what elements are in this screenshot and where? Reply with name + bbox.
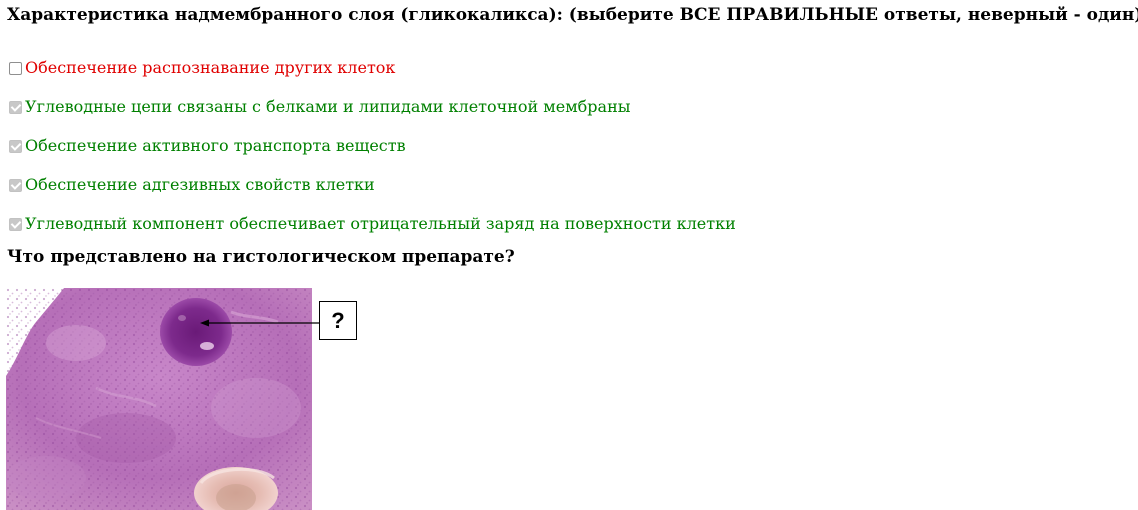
answer-options: Обеспечение распознавание других клеток … xyxy=(9,48,736,243)
checkbox[interactable] xyxy=(9,139,22,153)
checkbox[interactable] xyxy=(9,217,22,231)
answer-option-label: Обеспечение активного транспорта веществ xyxy=(25,135,406,155)
answer-option[interactable]: Углеводный компонент обеспечивает отрица… xyxy=(9,204,736,243)
question-mark-callout: ? xyxy=(319,301,357,340)
answer-option-label: Углеводный компонент обеспечивает отрица… xyxy=(25,213,736,233)
checkbox[interactable] xyxy=(9,178,22,192)
arrow-pointer-icon xyxy=(200,319,320,327)
answer-option-label: Обеспечение адгезивных свойств клетки xyxy=(25,174,375,194)
answer-option-label: Углеводные цепи связаны с белками и липи… xyxy=(25,96,631,116)
answer-option[interactable]: Обеспечение адгезивных свойств клетки xyxy=(9,165,736,204)
histology-figure: ? xyxy=(0,288,360,510)
question-1-title: Характеристика надмембранного слоя (глик… xyxy=(7,5,1138,25)
answer-option[interactable]: Обеспечение распознавание других клеток xyxy=(9,48,736,87)
question-2-title: Что представлено на гистологическом преп… xyxy=(7,247,515,267)
answer-option-label: Обеспечение распознавание других клеток xyxy=(25,57,396,77)
checkbox[interactable] xyxy=(9,100,22,114)
checkbox[interactable] xyxy=(9,61,22,75)
answer-option[interactable]: Обеспечение активного транспорта веществ xyxy=(9,126,736,165)
answer-option[interactable]: Углеводные цепи связаны с белками и липи… xyxy=(9,87,736,126)
